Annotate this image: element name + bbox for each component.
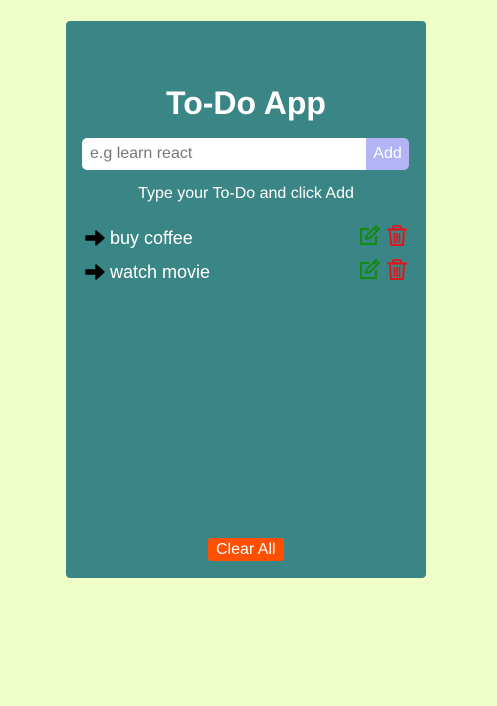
edit-icon[interactable] [358, 225, 380, 247]
instruction-text: Type your To-Do and click Add [138, 185, 354, 202]
todo-item: buy coffee [84, 221, 408, 255]
clear-all-button[interactable]: Clear All [208, 538, 284, 561]
add-button[interactable]: Add [366, 138, 409, 170]
todo-card: To-Do App Add Type your To-Do and click … [66, 21, 426, 578]
todo-actions [358, 259, 408, 281]
todo-list: buy coffee watch movie [84, 221, 408, 289]
todo-item: watch movie [84, 255, 408, 289]
todo-text: buy coffee [110, 228, 193, 248]
todo-input[interactable] [82, 138, 366, 170]
arrow-right-icon [85, 264, 105, 280]
edit-icon[interactable] [358, 259, 380, 281]
trash-icon[interactable] [386, 225, 408, 247]
add-todo-form: Add [82, 138, 409, 170]
todo-actions [358, 225, 408, 247]
arrow-right-icon [85, 230, 105, 246]
app-title: To-Do App [166, 85, 326, 121]
trash-icon[interactable] [386, 259, 408, 281]
todo-text: watch movie [110, 262, 211, 282]
